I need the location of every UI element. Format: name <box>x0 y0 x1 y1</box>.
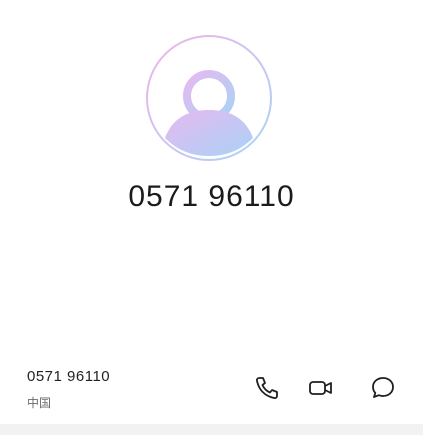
contact-title-number: 0571 96110 <box>128 180 295 213</box>
video-call-button[interactable] <box>307 374 335 402</box>
phone-number-text: 0571 96110 <box>27 368 111 385</box>
phone-number-row[interactable]: 0571 96110 中国 <box>0 358 423 418</box>
contact-avatar <box>143 34 275 162</box>
section-divider <box>0 424 423 435</box>
message-button[interactable] <box>369 374 397 402</box>
phone-location-text: 中国 <box>27 396 52 410</box>
video-camera-icon <box>309 381 332 395</box>
message-bubble-icon <box>372 377 394 398</box>
phone-icon <box>255 377 278 400</box>
person-avatar-icon <box>146 35 272 161</box>
call-button[interactable] <box>253 374 281 402</box>
